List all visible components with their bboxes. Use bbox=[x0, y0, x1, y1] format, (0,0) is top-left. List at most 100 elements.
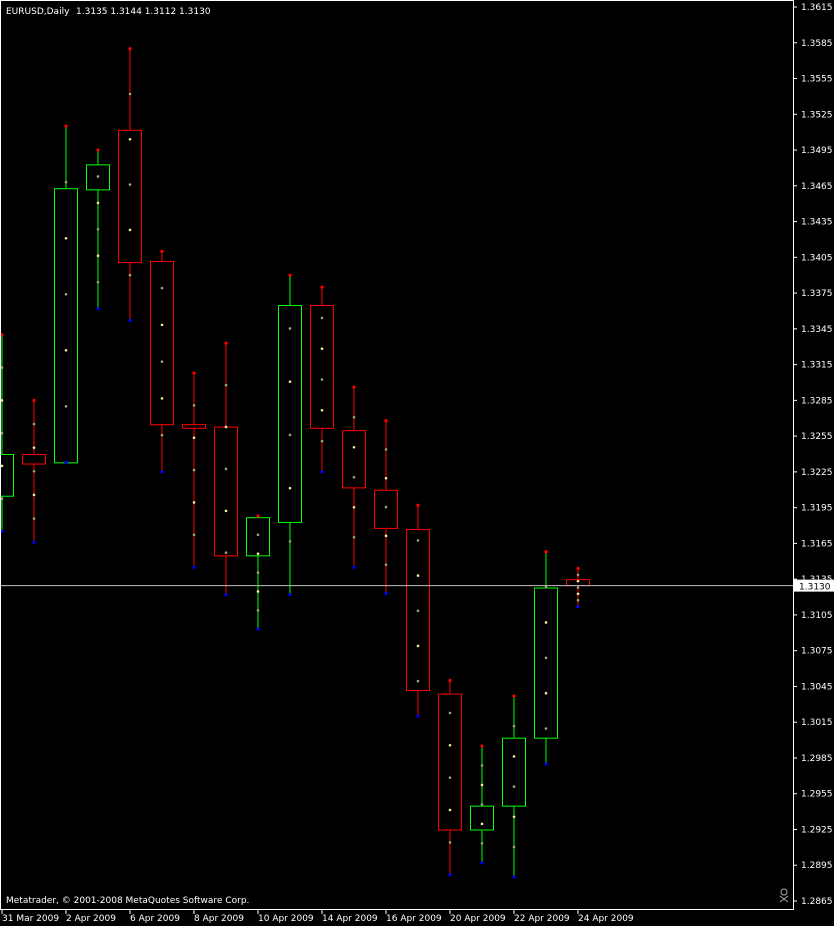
high-marker bbox=[224, 341, 228, 345]
tick-dot bbox=[256, 571, 260, 574]
price-tick-label: 1.3585 bbox=[801, 39, 833, 49]
high-marker bbox=[64, 124, 68, 128]
tick-dot bbox=[544, 585, 548, 589]
tick-dot bbox=[352, 505, 356, 509]
date-label: 6 Apr 2009 bbox=[130, 914, 180, 924]
high-marker bbox=[512, 694, 516, 698]
low-marker bbox=[320, 470, 324, 474]
price-tick-label: 1.2925 bbox=[801, 825, 833, 835]
tick-dot bbox=[320, 347, 324, 351]
tick-dot bbox=[480, 783, 484, 787]
tick-dot bbox=[448, 841, 452, 844]
low-marker bbox=[352, 565, 356, 569]
low-marker bbox=[544, 762, 548, 766]
high-marker bbox=[256, 514, 260, 518]
tick-dot bbox=[512, 755, 516, 758]
tick-dot bbox=[160, 397, 164, 400]
price-tick-label: 1.3375 bbox=[801, 289, 833, 299]
tick-dot bbox=[416, 679, 420, 683]
tick-dot bbox=[384, 476, 388, 480]
tick-dot bbox=[128, 92, 132, 96]
tick-dot bbox=[256, 552, 260, 556]
price-tick-label: 1.3555 bbox=[801, 75, 833, 85]
copyright-label: Metatrader, © 2001-2008 MetaQuotes Softw… bbox=[6, 896, 249, 906]
low-marker bbox=[224, 593, 228, 597]
high-marker bbox=[448, 678, 452, 683]
tick-dot bbox=[192, 501, 196, 504]
tick-dot bbox=[480, 822, 484, 826]
tick-dot bbox=[256, 590, 260, 593]
low-marker bbox=[512, 875, 516, 879]
tick-dot bbox=[576, 573, 580, 577]
low-marker bbox=[160, 470, 164, 474]
tick-dot bbox=[96, 254, 100, 258]
date-label: 16 Apr 2009 bbox=[386, 914, 442, 924]
date-label: 10 Apr 2009 bbox=[258, 914, 314, 924]
price-tick-label: 1.3195 bbox=[801, 504, 833, 514]
high-marker bbox=[32, 398, 36, 402]
tick-dot bbox=[224, 467, 228, 471]
tick-dot bbox=[512, 785, 516, 788]
tick-dot bbox=[224, 509, 228, 513]
tick-dot bbox=[512, 815, 516, 819]
low-marker bbox=[192, 565, 196, 569]
tick-dot bbox=[352, 535, 356, 539]
high-marker bbox=[384, 419, 388, 423]
price-tick-label: 1.3105 bbox=[801, 611, 833, 621]
tick-dot bbox=[96, 228, 100, 231]
low-marker bbox=[416, 714, 420, 718]
price-tick-label: 1.3285 bbox=[801, 396, 833, 406]
tick-dot bbox=[256, 609, 260, 612]
tick-dot bbox=[64, 292, 68, 296]
tick-dot bbox=[128, 273, 132, 277]
date-label: 22 Apr 2009 bbox=[514, 914, 570, 924]
tick-dot bbox=[384, 448, 388, 451]
tick-dot bbox=[352, 475, 356, 479]
high-marker bbox=[128, 47, 132, 51]
tick-dot bbox=[160, 286, 164, 290]
price-tick-label: 1.3075 bbox=[801, 647, 833, 657]
tick-dot bbox=[576, 579, 580, 583]
tick-dot bbox=[416, 644, 420, 648]
tick-dot bbox=[32, 493, 36, 497]
tick-dot bbox=[192, 436, 196, 440]
tick-dot bbox=[0, 431, 4, 435]
current-price-label: 1.3130 bbox=[799, 583, 831, 593]
tick-dot bbox=[160, 323, 164, 327]
tick-dot bbox=[448, 711, 452, 715]
low-marker bbox=[256, 627, 260, 631]
tick-dot bbox=[64, 348, 68, 352]
candlestick-chart[interactable]: 1.3615 1.3585 1.3555 1.3525 1.3495 1.3465 1.34… bbox=[0, 0, 834, 926]
high-marker bbox=[288, 273, 292, 277]
tick-dot bbox=[320, 378, 324, 381]
tick-dot bbox=[480, 764, 484, 767]
price-tick-label: 1.3315 bbox=[801, 361, 833, 371]
low-marker bbox=[288, 593, 292, 597]
tick-dot bbox=[352, 445, 356, 449]
high-marker bbox=[320, 285, 324, 289]
tick-dot bbox=[512, 845, 516, 849]
price-tick-label: 1.3015 bbox=[801, 718, 833, 728]
tick-dot bbox=[288, 433, 292, 437]
chart-background bbox=[0, 0, 834, 926]
high-marker bbox=[96, 148, 100, 152]
tick-dot bbox=[448, 808, 452, 812]
tick-dot bbox=[288, 540, 292, 543]
tick-dot bbox=[0, 366, 4, 369]
price-tick-label: 1.2955 bbox=[801, 790, 833, 800]
tick-dot bbox=[544, 691, 548, 695]
tick-dot bbox=[544, 727, 548, 730]
price-tick-label: 1.3345 bbox=[801, 325, 833, 335]
date-label: 2 Apr 2009 bbox=[66, 914, 116, 924]
price-tick-label: 1.3045 bbox=[801, 682, 833, 692]
high-marker bbox=[480, 744, 484, 748]
price-tick-label: 1.2865 bbox=[801, 897, 833, 907]
tick-dot bbox=[192, 468, 196, 472]
low-marker bbox=[96, 306, 100, 311]
low-marker bbox=[32, 540, 36, 544]
tick-dot bbox=[384, 534, 388, 538]
tick-dot bbox=[320, 439, 324, 443]
tick-dot bbox=[480, 842, 484, 845]
tick-dot bbox=[576, 598, 580, 602]
low-marker bbox=[128, 318, 132, 323]
